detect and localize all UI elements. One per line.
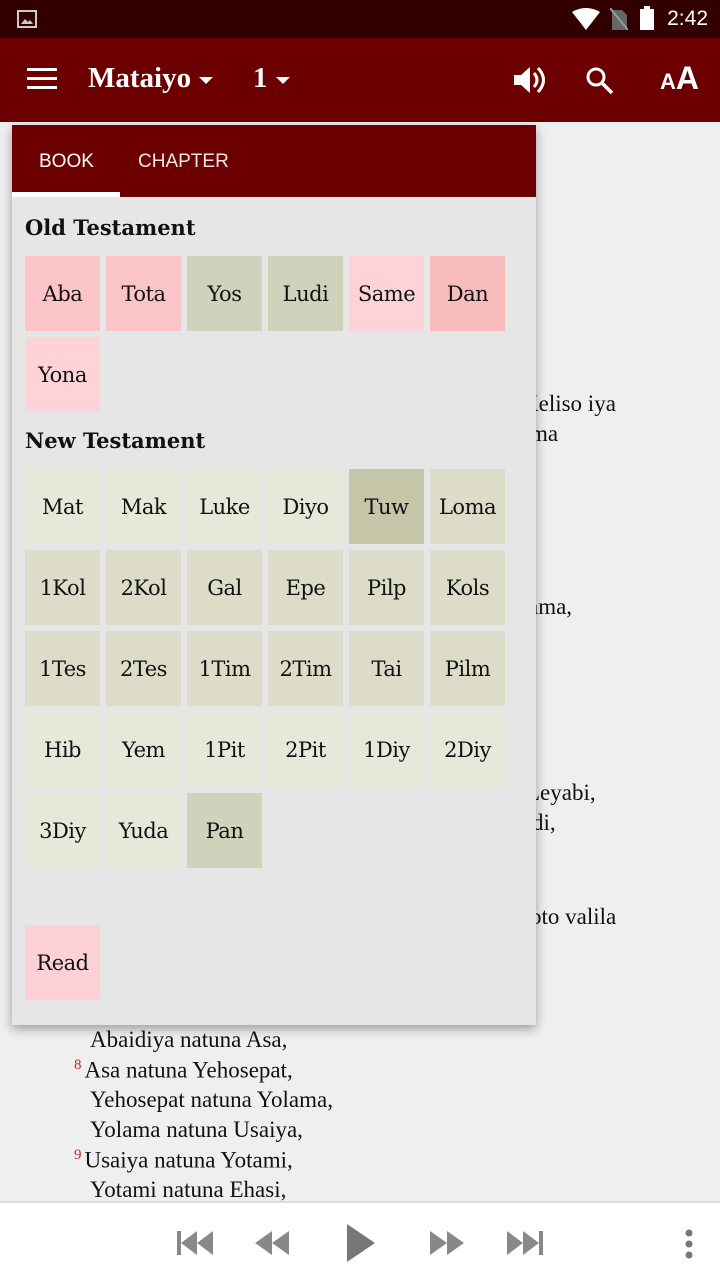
book-tile-3diy[interactable]: 3Diy <box>25 793 100 868</box>
old-testament-heading: Old Testament <box>25 215 196 240</box>
tab-chapter[interactable]: CHAPTER <box>138 151 229 173</box>
book-tile-same[interactable]: Same <box>349 256 424 331</box>
book-tile-tota[interactable]: Tota <box>106 256 181 331</box>
picker-tabs: BOOK CHAPTER <box>12 125 536 197</box>
verse-line: Yotami natuna Ehasi, <box>90 1177 286 1203</box>
book-tile-tai[interactable]: Tai <box>349 631 424 706</box>
book-title: Mataiyo <box>88 62 192 94</box>
verse-line: Yolama natuna Usaiya, <box>90 1117 303 1143</box>
book-tile-loma[interactable]: Loma <box>430 469 505 544</box>
verse-line: Abaidiya natuna Asa, <box>90 1027 287 1053</box>
book-tile-ludi[interactable]: Ludi <box>268 256 343 331</box>
audio-player-bar <box>0 1201 720 1280</box>
book-tile-1kol[interactable]: 1Kol <box>25 550 100 625</box>
app-bar: Mataiyo 1 AA <box>0 38 720 122</box>
chapter-selector[interactable]: 1 <box>253 62 290 95</box>
fast-forward-icon[interactable] <box>430 1230 466 1256</box>
verse-fragment: Keliso iya <box>522 391 616 416</box>
tab-book[interactable]: BOOK <box>39 151 94 173</box>
book-tile-yona[interactable]: Yona <box>25 337 100 412</box>
skip-next-icon[interactable] <box>507 1230 545 1256</box>
book-tile-1tes[interactable]: 1Tes <box>25 631 100 706</box>
status-bar: 2:42 <box>0 0 720 38</box>
menu-icon[interactable] <box>27 68 57 90</box>
book-tile-pan[interactable]: Pan <box>187 793 262 868</box>
skip-previous-icon[interactable] <box>177 1230 215 1256</box>
book-tile-kols[interactable]: Kols <box>430 550 505 625</box>
book-tile-hib[interactable]: Hib <box>25 712 100 787</box>
chevron-down-icon <box>275 76 290 84</box>
book-selector[interactable]: Mataiyo <box>88 62 214 95</box>
chapter-number: 1 <box>253 62 268 94</box>
battery-icon <box>640 6 654 30</box>
more-vert-icon[interactable] <box>683 1229 695 1259</box>
read-button[interactable]: Read <box>25 925 100 1000</box>
book-tile-epe[interactable]: Epe <box>268 550 343 625</box>
book-tile-yuda[interactable]: Yuda <box>106 793 181 868</box>
book-tile-mak[interactable]: Mak <box>106 469 181 544</box>
rewind-icon[interactable] <box>255 1230 291 1256</box>
verse-fragment: Leyabi, <box>526 780 596 805</box>
book-tile-2kol[interactable]: 2Kol <box>106 550 181 625</box>
book-tile-yos[interactable]: Yos <box>187 256 262 331</box>
clock: 2:42 <box>667 7 708 30</box>
book-tile-1tim[interactable]: 1Tim <box>187 631 262 706</box>
book-tile-2diy[interactable]: 2Diy <box>430 712 505 787</box>
book-chapter-picker: BOOK CHAPTER Old Testament New Testament… <box>12 125 536 1025</box>
verse-text: Usaiya natuna Yotami, <box>84 1147 293 1173</box>
verse-text: Abaidiya natuna Asa, <box>90 1027 288 1052</box>
volume-icon[interactable] <box>512 65 546 95</box>
book-tile-gal[interactable]: Gal <box>187 550 262 625</box>
verse-number: 9 <box>74 1147 82 1163</box>
text-size-icon[interactable]: AA <box>660 60 699 97</box>
new-testament-heading: New Testament <box>25 428 206 453</box>
verse-line: 9 Usaiya natuna Yotami, <box>74 1147 293 1174</box>
verse-text: Yolama natuna Usaiya, <box>90 1117 303 1142</box>
book-tile-pilp[interactable]: Pilp <box>349 550 424 625</box>
book-tile-2tim[interactable]: 2Tim <box>268 631 343 706</box>
search-icon[interactable] <box>585 66 615 96</box>
book-tile-mat[interactable]: Mat <box>25 469 100 544</box>
verse-fragment: oto valila <box>530 904 617 929</box>
chevron-down-icon <box>199 76 214 84</box>
verse-text: Yotami natuna Ehasi, <box>90 1177 287 1202</box>
book-tile-dan[interactable]: Dan <box>430 256 505 331</box>
book-tile-pilm[interactable]: Pilm <box>430 631 505 706</box>
book-tile-1diy[interactable]: 1Diy <box>349 712 424 787</box>
book-tile-luke[interactable]: Luke <box>187 469 262 544</box>
book-tile-1pit[interactable]: 1Pit <box>187 712 262 787</box>
wifi-icon <box>572 8 600 30</box>
book-tile-yem[interactable]: Yem <box>106 712 181 787</box>
tab-indicator <box>12 192 120 197</box>
book-tile-diyo[interactable]: Diyo <box>268 469 343 544</box>
verse-number: 8 <box>74 1057 82 1073</box>
no-sim-icon <box>610 8 628 30</box>
verse-line: Yehosepat natuna Yolama, <box>90 1087 333 1113</box>
play-icon[interactable] <box>345 1223 377 1263</box>
image-icon <box>17 10 37 28</box>
verse-text: Asa natuna Yehosepat, <box>84 1057 293 1083</box>
verse-text: Yehosepat natuna Yolama, <box>90 1087 333 1112</box>
book-tile-2pit[interactable]: 2Pit <box>268 712 343 787</box>
book-tile-2tes[interactable]: 2Tes <box>106 631 181 706</box>
book-tile-tuw[interactable]: Tuw <box>349 469 424 544</box>
book-tile-aba[interactable]: Aba <box>25 256 100 331</box>
verse-line: 8 Asa natuna Yehosepat, <box>74 1057 293 1084</box>
